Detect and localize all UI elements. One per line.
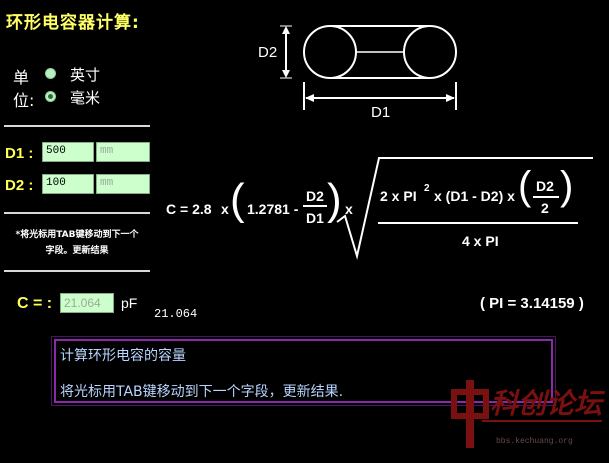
formula-num-a: 2 x PI (380, 188, 417, 204)
result-echo: 21.064 (154, 307, 198, 321)
tab-note-line2: 字段。更新结果 (45, 246, 109, 256)
paren-open: ( (230, 175, 245, 224)
divider (4, 270, 150, 272)
formula-c-eq: C = 2.8 (166, 201, 212, 217)
paren-close-2: ) (560, 164, 574, 208)
right-ring (403, 25, 457, 79)
formula-d1: D1 (306, 210, 324, 226)
result-unit: pF (121, 295, 138, 311)
formula-const: 1.2781 - (247, 201, 299, 217)
formula-num-exp: 2 (424, 183, 430, 194)
unit-mm-label[interactable]: 毫米 (70, 87, 100, 108)
formula-x: x (221, 201, 229, 217)
main-fraction-bar (378, 222, 578, 224)
unit-label-line1: 单 (13, 68, 30, 87)
unit-mm-radio[interactable] (45, 91, 56, 102)
pi-value: ( PI = 3.14159 ) (480, 295, 584, 312)
paren-open-2: ( (518, 164, 532, 208)
tab-note: *将光标用TAB键移动到下一个 字段。更新结果 (4, 227, 150, 259)
watermark-logo-icon (451, 380, 489, 448)
unit-label-line2: 位: (13, 91, 35, 110)
formula-num-d2: D2 (536, 178, 554, 194)
d1-label: D1 : (5, 145, 34, 162)
page-title: 环形电容器计算: (6, 13, 140, 33)
d2-unit-field: mm (96, 174, 150, 194)
info-line-1: 计算环形电容的容量 (60, 348, 186, 364)
d2-label: D2 : (5, 177, 34, 194)
formula-den: 4 x PI (462, 233, 499, 249)
formula-two: 2 (541, 200, 549, 216)
watermark-text: 科创论坛 (490, 387, 603, 420)
fraction-bar-2 (533, 196, 559, 198)
result-label: C = : (17, 295, 53, 312)
divider (4, 125, 150, 127)
d2-input[interactable]: 100 (42, 174, 94, 194)
fraction-bar (303, 205, 327, 207)
divider (4, 212, 150, 214)
unit-inch-radio[interactable] (45, 68, 56, 79)
capacitor-diagram (280, 25, 457, 110)
formula-num-b: x (D1 - D2) x (434, 188, 515, 204)
info-line-2: 将光标用TAB键移动到下一个字段，更新结果. (60, 384, 344, 400)
diagram-d1-label: D1 (371, 104, 391, 121)
tab-note-line1: *将光标用TAB键移动到下一个 (15, 230, 139, 240)
d1-input[interactable]: 500 (42, 142, 94, 162)
formula-d2: D2 (306, 188, 324, 204)
diagram-d2-label: D2 (258, 44, 278, 61)
watermark-url: bbs.kechuang.org (496, 437, 573, 446)
result-field: 21.064 (60, 293, 114, 313)
left-ring (303, 25, 357, 79)
watermark-line (482, 420, 602, 422)
unit-inch-label[interactable]: 英寸 (70, 64, 100, 85)
d1-unit-field: mm (96, 142, 150, 162)
